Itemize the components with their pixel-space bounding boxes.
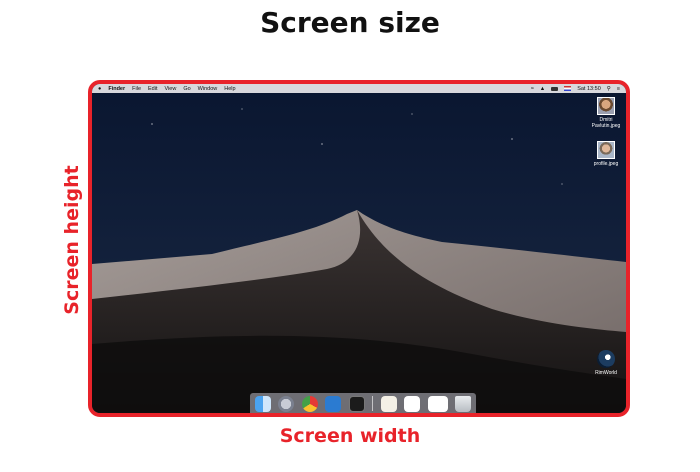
menu-help[interactable]: Help	[224, 86, 235, 92]
apple-icon[interactable]: ●	[98, 86, 101, 92]
volume-icon[interactable]: ▲	[540, 86, 545, 92]
screen-frame: ● Finder File Edit View Go Window Help ≈…	[88, 80, 630, 417]
search-icon[interactable]: ⚲	[607, 86, 611, 92]
dock-separator	[372, 396, 374, 411]
menu-bar: ● Finder File Edit View Go Window Help ≈…	[92, 84, 626, 93]
preview-icon[interactable]	[380, 395, 397, 412]
menu-file[interactable]: File	[132, 86, 141, 92]
blank-document-icon[interactable]	[427, 395, 448, 412]
vscode-icon[interactable]	[325, 395, 342, 412]
steam-icon	[597, 350, 615, 368]
mail-document-icon[interactable]	[404, 395, 421, 412]
desktop-icon-profile[interactable]: profile.jpeg	[586, 141, 626, 167]
wifi-icon[interactable]: ≈	[531, 86, 534, 92]
finder-icon[interactable]	[255, 395, 271, 412]
desktop-icon-rimworld[interactable]: RimWorld	[586, 350, 626, 376]
screen-width-label: Screen width	[279, 425, 421, 447]
chrome-icon[interactable]	[301, 395, 318, 412]
screen-height-label: Screen height	[61, 165, 83, 315]
desktop-icon-label: RimWorld	[595, 370, 617, 376]
menu-go[interactable]: Go	[183, 86, 190, 92]
menu-finder[interactable]: Finder	[108, 86, 125, 92]
menu-window[interactable]: Window	[198, 86, 218, 92]
desktop-icon-label: profile.jpeg	[593, 161, 619, 167]
flag-icon[interactable]	[564, 86, 572, 91]
page-title: Screen size	[260, 6, 440, 39]
desert-wallpaper	[92, 84, 626, 413]
menu-edit[interactable]: Edit	[148, 86, 157, 92]
dock	[250, 393, 476, 413]
terminal-icon[interactable]	[348, 395, 365, 412]
battery-icon[interactable]	[551, 86, 559, 91]
menu-view[interactable]: View	[165, 86, 177, 92]
menubar-clock[interactable]: Sat 13:50	[577, 86, 601, 92]
launchpad-icon[interactable]	[278, 395, 295, 412]
trash-icon[interactable]	[454, 395, 471, 412]
photo-file-icon	[597, 141, 615, 159]
photo-file-icon	[597, 97, 615, 115]
desktop-icon-label: Dmitri Pavlutin.jpeg	[591, 117, 621, 129]
menu-list-icon[interactable]: ≡	[617, 86, 620, 92]
desktop-icon-dmitri[interactable]: Dmitri Pavlutin.jpeg	[586, 97, 626, 129]
desktop-screen: ● Finder File Edit View Go Window Help ≈…	[92, 84, 626, 413]
